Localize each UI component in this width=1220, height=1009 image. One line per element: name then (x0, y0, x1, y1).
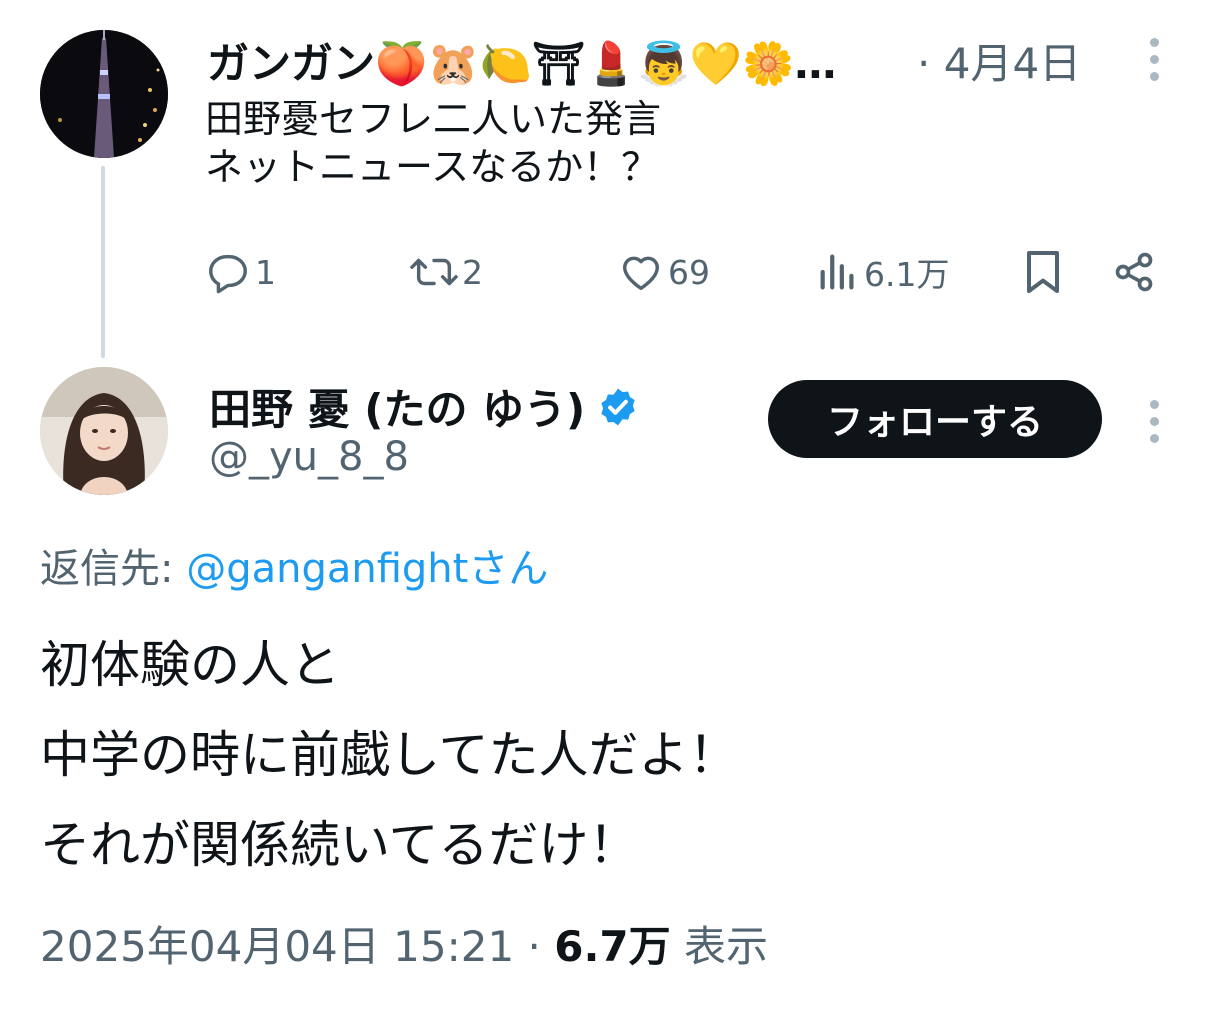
profile-photo (40, 367, 168, 495)
author-avatar[interactable] (40, 367, 168, 495)
separator-dot: · (527, 922, 541, 971)
bookmark-icon (1027, 251, 1059, 293)
follow-button[interactable]: フォローする (768, 380, 1102, 458)
retweet-count: 2 (462, 252, 483, 292)
views-count: 6.1万 (864, 255, 950, 294)
parent-more-icon[interactable] (1150, 38, 1159, 81)
reply-to-mention-link[interactable]: @ganganfightさん (186, 546, 548, 592)
author-display-name: 田野 憂 (たの ゆう) (209, 385, 586, 434)
parent-author-name[interactable]: ガンガン🍑🐹🍋⛩💄👼💛🌼… (207, 30, 836, 91)
reply-to-label: 返信先: (40, 546, 187, 592)
retweet-action[interactable]: 2 (408, 246, 483, 298)
separator-dot: · (917, 39, 931, 88)
bookmark-action[interactable] (1022, 246, 1064, 298)
verified-badge-icon (601, 388, 635, 425)
share-icon (1115, 252, 1153, 292)
parent-date-text: 4月4日 (943, 39, 1082, 88)
views-action[interactable]: 6.1万 (816, 246, 949, 298)
tweet-more-icon[interactable] (1150, 400, 1159, 443)
tweet-timestamp[interactable]: 2025年04月04日 15:21 (40, 922, 514, 971)
like-action[interactable]: 69 (618, 246, 710, 298)
tweet-text: 初体験の人と 中学の時に前戯してた人だよ！ それが関係続いてるだけ！ (40, 636, 739, 874)
parent-tweet-date[interactable]: · 4月4日 (917, 30, 1081, 91)
views-icon (820, 254, 854, 290)
author-handle[interactable]: @_yu_8_8 (209, 434, 409, 480)
reply-icon (209, 254, 247, 294)
reply-count: 1 (255, 252, 276, 292)
tower-night-image (40, 30, 168, 158)
retweet-icon (410, 258, 458, 286)
tweet-meta: 2025年04月04日 15:21 · 6.7万 表示 (40, 913, 768, 974)
reply-action[interactable]: 1 (205, 246, 276, 298)
parent-avatar[interactable] (40, 30, 168, 158)
author-name-row[interactable]: 田野 憂 (たの ゆう) (209, 376, 639, 437)
views-total: 6.7万 (554, 922, 671, 971)
views-label: 表示 (684, 922, 769, 971)
parent-tweet-text: 田野憂セフレ二人いた発言 ネットニュースなるか！？ (205, 97, 662, 189)
like-icon (622, 256, 660, 291)
thread-line (101, 166, 105, 358)
share-action[interactable] (1112, 246, 1156, 298)
like-count: 69 (668, 252, 710, 292)
reply-to-line: 返信先: @ganganfightさん (40, 536, 548, 594)
